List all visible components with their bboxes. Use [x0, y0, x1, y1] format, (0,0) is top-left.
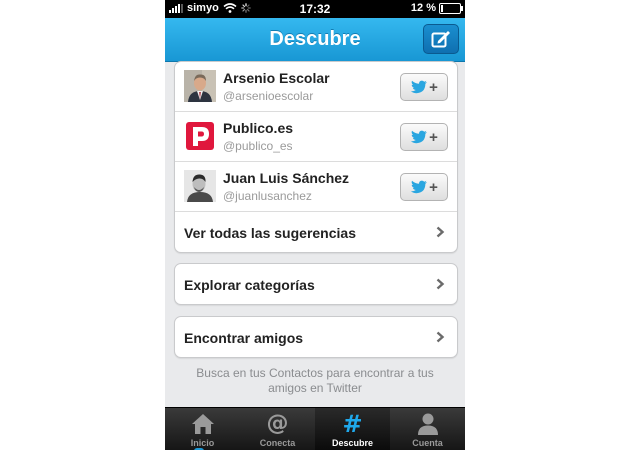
user-handle: @publico_es	[223, 139, 293, 153]
status-bar: simyo 17:32 12 %	[165, 0, 465, 18]
portrait-man-bw-icon	[184, 170, 216, 202]
suggestions-card: Arsenio Escolar @arsenioescolar + Public…	[174, 61, 458, 253]
avatar[interactable]	[184, 170, 216, 202]
tab-bar: Inicio @ Conecta # Descubre Cuenta	[165, 407, 465, 450]
phone-screen: simyo 17:32 12 % Descubre Arsenio Escola…	[165, 0, 465, 450]
user-row[interactable]: Arsenio Escolar @arsenioescolar +	[175, 62, 457, 112]
explore-categories-label: Explorar categorías	[184, 277, 315, 293]
tab-label: Descubre	[331, 438, 374, 448]
tab-label: Cuenta	[412, 438, 443, 448]
chevron-right-icon	[436, 331, 445, 343]
plus-icon: +	[429, 178, 438, 196]
find-friends-card: Encontrar amigos	[174, 316, 458, 358]
compose-button[interactable]	[423, 24, 459, 54]
see-all-suggestions-row[interactable]: Ver todas las sugerencias	[175, 212, 457, 252]
compose-icon	[431, 31, 450, 48]
battery-level	[441, 4, 443, 12]
user-row[interactable]: Juan Luis Sánchez @juanlusanchez +	[175, 162, 457, 212]
chevron-right-icon	[436, 278, 445, 290]
find-friends-label: Encontrar amigos	[184, 330, 304, 346]
tab-label: Inicio	[190, 438, 215, 448]
tab-descubre[interactable]: # Descubre	[315, 408, 390, 450]
battery-percent: 12 %	[410, 2, 436, 14]
user-name[interactable]: Juan Luis Sánchez	[223, 170, 349, 186]
tab-conecta[interactable]: @ Conecta	[240, 408, 315, 450]
user-handle: @arsenioescolar	[223, 89, 314, 103]
publico-logo-icon	[184, 120, 216, 152]
plus-icon: +	[429, 78, 438, 96]
see-all-suggestions-label: Ver todas las sugerencias	[184, 225, 356, 241]
follow-button[interactable]: +	[400, 123, 448, 151]
twitter-bird-icon	[410, 80, 428, 94]
explore-card: Explorar categorías	[174, 263, 458, 305]
tab-inicio[interactable]: Inicio	[165, 408, 240, 450]
avatar[interactable]	[184, 70, 216, 102]
explore-categories-row[interactable]: Explorar categorías	[175, 264, 457, 304]
user-name[interactable]: Arsenio Escolar	[223, 70, 330, 86]
portrait-man-suit-icon	[184, 70, 216, 102]
at-icon: @	[266, 411, 289, 436]
follow-button[interactable]: +	[400, 73, 448, 101]
find-friends-hint: Busca en tus Contactos para encontrar a …	[196, 366, 434, 395]
find-friends-row[interactable]: Encontrar amigos	[175, 317, 457, 357]
user-handle: @juanlusanchez	[223, 189, 312, 203]
person-icon	[417, 413, 438, 435]
hash-icon: #	[342, 410, 363, 438]
avatar[interactable]	[184, 120, 216, 152]
user-name[interactable]: Publico.es	[223, 120, 293, 136]
tab-cuenta[interactable]: Cuenta	[390, 408, 465, 450]
plus-icon: +	[429, 128, 438, 146]
follow-button[interactable]: +	[400, 173, 448, 201]
home-icon	[191, 414, 214, 434]
tab-label: Conecta	[259, 438, 296, 448]
page-title: Descubre	[269, 28, 361, 50]
twitter-bird-icon	[410, 180, 428, 194]
navigation-bar: Descubre	[165, 18, 465, 62]
battery-icon	[439, 2, 463, 14]
twitter-bird-icon	[410, 130, 428, 144]
chevron-right-icon	[436, 226, 445, 238]
user-row[interactable]: Publico.es @publico_es +	[175, 112, 457, 162]
